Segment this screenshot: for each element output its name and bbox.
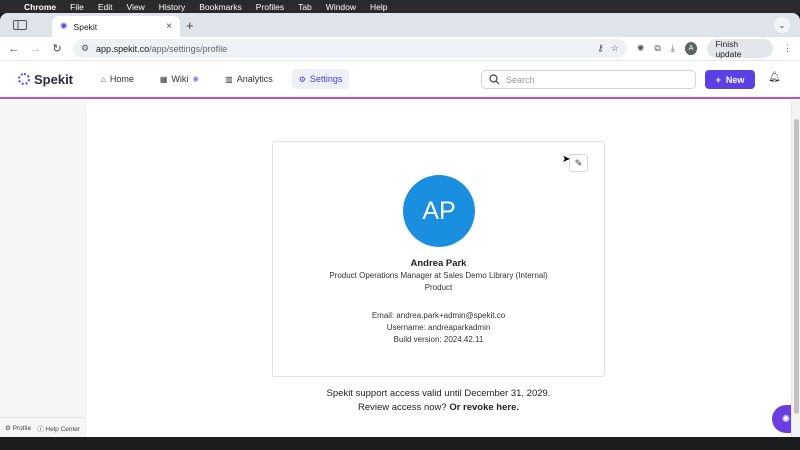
extensions-puzzle-icon[interactable]: ⧉: [654, 43, 660, 54]
footer-profile-link[interactable]: ⚙ Profile: [5, 424, 31, 432]
nav-analytics-label: Analytics: [236, 74, 273, 84]
pencil-icon: ✎: [574, 157, 583, 168]
nav-wiki-label: Wiki: [171, 74, 189, 84]
menu-bookmarks[interactable]: Bookmarks: [199, 2, 242, 12]
content-area: ⚙ Profile ⓘ Help Center ✎ AP Andrea Park…: [0, 101, 800, 437]
extension-spekit-icon[interactable]: ✺: [637, 43, 645, 54]
url-path: /app/settings/profile: [149, 43, 228, 54]
menu-file[interactable]: File: [70, 2, 84, 12]
sparkle-icon: ✺: [192, 74, 200, 84]
profile-avatar-large: AP: [403, 175, 475, 247]
macos-menubar: Chrome File Edit View History Bookmarks …: [0, 0, 800, 13]
spekit-logo[interactable]: Spekit: [18, 72, 94, 87]
footer-help-label: Help Center: [45, 425, 81, 433]
site-info-icon[interactable]: ⚙: [81, 43, 89, 54]
browser-tab[interactable]: ✺ Spekit ×: [52, 16, 180, 37]
scrollbar-thumb[interactable]: [794, 119, 799, 414]
edit-profile-button[interactable]: ✎: [569, 154, 588, 172]
spekit-favicon-icon: ✺: [60, 21, 68, 31]
profile-card: ✎ AP Andrea Park Product Operations Mana…: [272, 141, 605, 377]
search-icon: [489, 74, 500, 85]
menu-edit[interactable]: Edit: [98, 2, 113, 12]
profile-avatar[interactable]: A: [684, 42, 698, 55]
nav-settings-label: Settings: [309, 74, 343, 84]
nav-analytics[interactable]: ▥ Analytics: [218, 69, 280, 89]
gear-icon: ⚙: [298, 74, 306, 84]
menu-window[interactable]: Window: [326, 2, 356, 12]
tab-search-icon[interactable]: ⌄: [774, 17, 790, 33]
sidebar-footer: ⚙ Profile ⓘ Help Center: [0, 417, 85, 437]
support-review-prompt: Review access now?: [357, 402, 447, 413]
nav-home-label: Home: [109, 74, 134, 84]
menu-app-name[interactable]: Chrome: [24, 2, 56, 12]
home-icon: ⌂: [101, 74, 106, 84]
nav-wiki[interactable]: ▦ Wiki ✺: [153, 69, 206, 89]
mouse-cursor-icon: ➤: [562, 154, 571, 165]
menu-view[interactable]: View: [126, 2, 144, 12]
menu-tab[interactable]: Tab: [298, 2, 312, 12]
tab-title: Spekit: [73, 21, 98, 32]
bookmark-star-icon[interactable]: ☆: [611, 43, 619, 54]
search-input[interactable]: Search: [481, 70, 696, 89]
finish-update-button[interactable]: Finish update: [707, 39, 774, 59]
browser-toolbar: ← → ↻ ⚙ app.spekit.co/app/settings/profi…: [0, 37, 800, 61]
revoke-access-link[interactable]: Or revoke here.: [449, 402, 519, 413]
profile-build-version: Build version: 2024.42.11: [393, 335, 484, 344]
new-button-label: New: [725, 74, 745, 85]
search-placeholder: Search: [506, 74, 535, 85]
menu-help[interactable]: Help: [370, 2, 387, 12]
url-host: app.spekit.co: [96, 43, 150, 54]
password-key-icon[interactable]: ⚷: [597, 43, 604, 54]
back-icon[interactable]: ←: [8, 43, 20, 55]
tab-close-icon[interactable]: ×: [166, 21, 172, 32]
left-sidebar: ⚙ Profile ⓘ Help Center: [0, 101, 86, 437]
sidebar-toggle-icon[interactable]: [6, 16, 34, 34]
profile-title: Product Operations Manager at Sales Demo…: [329, 271, 548, 280]
main-panel: ✎ AP Andrea Park Product Operations Mana…: [86, 101, 800, 437]
support-review-line: Review access now? Or revoke here.: [86, 402, 791, 413]
new-button[interactable]: + New: [705, 70, 755, 89]
forward-icon[interactable]: →: [30, 43, 42, 55]
menu-profiles[interactable]: Profiles: [256, 2, 284, 12]
profile-name: Andrea Park: [410, 258, 467, 269]
profile-email: Email: andrea.park+admin@spekit.co: [371, 311, 506, 320]
assistant-icon: ✺: [781, 413, 791, 425]
browser-window: ✺ Spekit × + ⌄ ← → ↻ ⚙ app.spekit.co/app…: [0, 13, 800, 437]
bar-chart-icon: ▥: [225, 74, 233, 84]
profile-username: Username: andreaparkadmin: [386, 323, 491, 332]
plus-icon: +: [715, 74, 721, 85]
bell-icon[interactable]: 🔔︎: [768, 72, 781, 83]
spekit-logo-icon: [18, 73, 30, 85]
app-navbar: Spekit ⌂ Home ▦ Wiki ✺ ▥ Analytics ⚙ Set…: [0, 61, 800, 99]
download-icon[interactable]: ⤓: [671, 43, 675, 54]
profile-team: Product: [424, 283, 453, 292]
more-menu-icon[interactable]: ⋮: [783, 43, 792, 54]
footer-profile-label: Profile: [12, 424, 32, 432]
support-access-text: Spekit support access valid until Decemb…: [326, 388, 551, 399]
reload-icon[interactable]: ↻: [51, 42, 63, 55]
address-bar[interactable]: ⚙ app.spekit.co/app/settings/profile ⚷ ☆: [72, 39, 627, 58]
footer-help-link[interactable]: ⓘ Help Center: [37, 423, 80, 433]
new-tab-icon[interactable]: +: [186, 18, 194, 33]
nav-settings[interactable]: ⚙ Settings: [291, 69, 350, 89]
logo-text: Spekit: [34, 71, 74, 87]
page-scrollbar[interactable]: [791, 101, 800, 437]
nav-home[interactable]: ⌂ Home: [94, 69, 141, 89]
tab-strip: ✺ Spekit × + ⌄: [0, 13, 800, 37]
grid-icon: ▦: [159, 74, 168, 84]
menu-history[interactable]: History: [159, 2, 185, 12]
